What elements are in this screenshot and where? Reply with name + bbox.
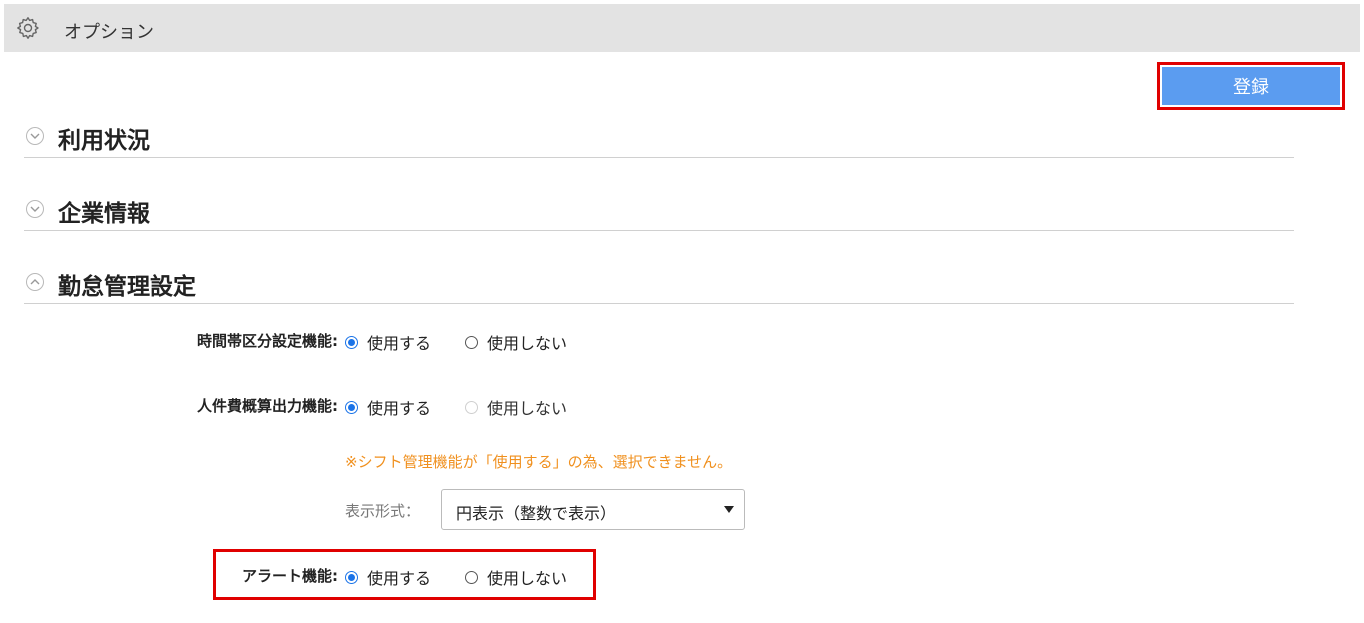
chevron-down-icon[interactable] bbox=[26, 200, 44, 218]
section-usage[interactable]: 利用状況 bbox=[24, 117, 1294, 158]
labor-cost-label: 人件費概算出力機能: bbox=[197, 397, 338, 415]
time-zone-not-use-radio[interactable]: 使用しない bbox=[465, 330, 567, 354]
save-button[interactable]: 登録 bbox=[1162, 67, 1340, 105]
radio-checked-icon[interactable] bbox=[345, 400, 358, 414]
display-format-label: 表示形式： bbox=[345, 502, 421, 520]
radio-unchecked-icon[interactable] bbox=[465, 570, 478, 584]
dropdown-arrow-icon[interactable] bbox=[724, 506, 734, 513]
labor-cost-use-radio[interactable]: 使用する bbox=[345, 395, 431, 419]
time-zone-use-radio[interactable]: 使用する bbox=[345, 330, 431, 354]
radio-checked-icon[interactable] bbox=[345, 335, 358, 349]
chevron-down-icon[interactable] bbox=[26, 127, 44, 145]
page-title: オプション bbox=[64, 22, 154, 43]
radio-unchecked-icon[interactable] bbox=[465, 335, 478, 349]
page-header: オプション bbox=[4, 4, 1360, 52]
alert-use-radio[interactable]: 使用する bbox=[345, 565, 431, 589]
section-title: 利用状況 bbox=[58, 128, 150, 154]
radio-disabled-icon bbox=[465, 400, 478, 414]
time-zone-label: 時間帯区分設定機能: bbox=[197, 332, 338, 350]
alert-not-use-radio[interactable]: 使用しない bbox=[465, 565, 567, 589]
labor-cost-not-use-radio: 使用しない bbox=[465, 395, 567, 419]
display-format-select[interactable]: 円表示（整数で表示） bbox=[441, 489, 745, 530]
radio-checked-icon[interactable] bbox=[345, 570, 358, 584]
section-title: 企業情報 bbox=[58, 201, 150, 227]
section-attendance-settings[interactable]: 勤怠管理設定 bbox=[24, 263, 1294, 304]
gear-icon bbox=[17, 17, 39, 39]
labor-cost-warning: ※シフト管理機能が「使用する」の為、選択できません。 bbox=[345, 453, 733, 471]
chevron-up-icon[interactable] bbox=[26, 273, 44, 291]
save-button-highlight: 登録 bbox=[1157, 62, 1345, 110]
alert-label: アラート機能: bbox=[242, 567, 338, 585]
section-company-info[interactable]: 企業情報 bbox=[24, 190, 1294, 231]
section-title: 勤怠管理設定 bbox=[58, 274, 196, 300]
display-format-value: 円表示（整数で表示） bbox=[456, 504, 617, 523]
